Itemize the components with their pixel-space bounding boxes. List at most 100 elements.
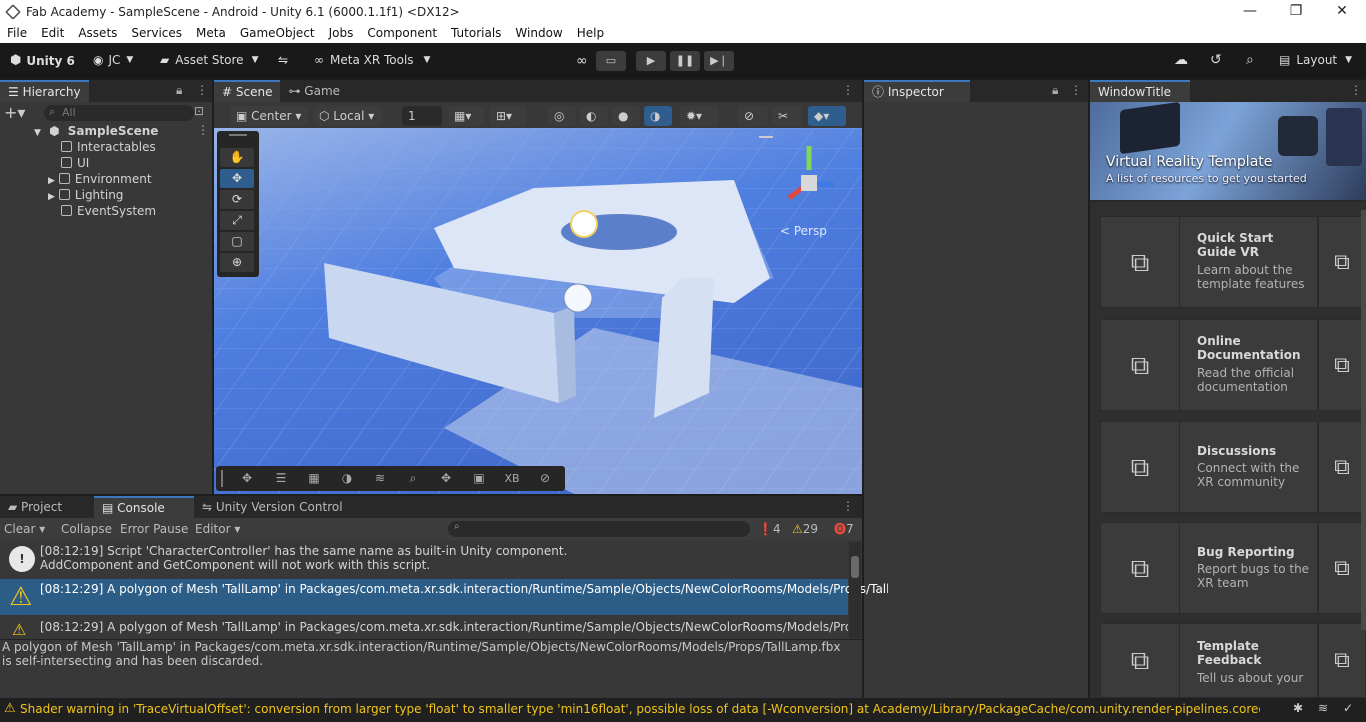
xb-button[interactable]: XB (497, 468, 527, 489)
hierarchy-item-ui[interactable]: UI (61, 155, 89, 171)
audio-toggle-icon[interactable]: ⊘ (738, 106, 768, 126)
menu-file[interactable]: File (0, 26, 34, 40)
lock-icon[interactable]: 🔒︎ (176, 83, 182, 98)
tab-windowtitle[interactable]: WindowTitle (1090, 80, 1190, 102)
move-tool-icon[interactable]: ✥ (220, 169, 254, 188)
grid-size-input[interactable]: 1 (402, 106, 442, 126)
wireframe-globe-icon[interactable]: ◎ (548, 106, 576, 126)
account-dropdown[interactable]: ◉ JC ▼ (93, 53, 133, 67)
card-quick-start[interactable]: ⧉ Quick Start Guide VR Learn about the t… (1100, 216, 1318, 309)
hand-tool-icon[interactable]: ✋ (220, 148, 254, 167)
cloud-icon[interactable]: ☁ (1174, 52, 1188, 68)
scrollbar-thumb[interactable] (851, 556, 859, 578)
meta-xr-tools-dropdown[interactable]: ∞ Meta XR Tools ▼ (314, 53, 430, 67)
menu-component[interactable]: Component (360, 26, 444, 40)
menu-jobs[interactable]: Jobs (322, 26, 361, 40)
card-bug-reporting[interactable]: ⧉ Bug Reporting Report bugs to the XR te… (1100, 522, 1318, 615)
open-link-icon[interactable]: ⧉ (1318, 522, 1366, 614)
maximize-button[interactable]: ❐ (1273, 0, 1319, 23)
open-link-icon[interactable]: ⧉ (1318, 216, 1366, 308)
menu-tutorials[interactable]: Tutorials (444, 26, 508, 40)
more-options-icon[interactable]: ⋮ (1070, 83, 1082, 97)
overlay-drag-handle[interactable] (229, 134, 247, 136)
scene-viewport[interactable]: < Persp (214, 128, 862, 494)
minimize-button[interactable]: — (1227, 0, 1273, 23)
perspective-label[interactable]: < Persp (780, 224, 827, 238)
asset-store-dropdown[interactable]: ▰ Asset Store ▼ (160, 53, 259, 67)
unity-version-button[interactable]: ⬢ Unity 6 (10, 53, 75, 68)
more-options-icon[interactable]: ⋮ (842, 499, 854, 513)
more-options-icon[interactable]: ⋮ (842, 83, 854, 97)
card-discussions[interactable]: ⧉ Discussions Connect with the XR commun… (1100, 421, 1318, 514)
error-pause-button[interactable]: Error Pause (120, 519, 188, 539)
meta-link-icon[interactable]: ∞ (576, 53, 588, 69)
transform-tool-icon[interactable]: ⊕ (220, 253, 254, 272)
open-link-icon[interactable]: ⧉ (1318, 319, 1366, 411)
move-snap-icon[interactable]: ✥ (232, 468, 262, 489)
tab-scene[interactable]: # Scene (214, 80, 281, 102)
console-search-input[interactable]: ⌕ (448, 521, 750, 537)
grid-icon[interactable]: ▦ (299, 468, 329, 489)
axis-center-cube[interactable] (801, 175, 817, 191)
scene-visibility-icon[interactable]: ⊡ (194, 104, 204, 118)
scene-options-icon[interactable]: ⋮ (197, 123, 209, 137)
log-scrollbar[interactable] (849, 542, 861, 638)
menu-window[interactable]: Window (508, 26, 569, 40)
grid-snap-button[interactable]: ▦▾ (448, 106, 484, 126)
pivot-move-icon[interactable]: ✥ (431, 468, 461, 489)
open-link-icon[interactable]: ⧉ (1318, 421, 1366, 513)
rect-tool-icon[interactable]: ▢ (220, 232, 254, 251)
menu-help[interactable]: Help (570, 26, 611, 40)
align-icon[interactable]: ☰ (266, 468, 296, 489)
draw-mode-icon[interactable]: ◑ (644, 106, 672, 126)
tab-hierarchy[interactable]: ☰ Hierarchy (0, 80, 89, 102)
info-filter-toggle[interactable]: ❗4 (758, 519, 781, 539)
open-link-icon[interactable]: ⧉ (1318, 623, 1366, 698)
scale-tool-icon[interactable]: ⤢ (220, 211, 254, 230)
search-icon[interactable]: ⌕ (1246, 52, 1254, 68)
card-template-feedback[interactable]: ⧉ Template Feedback Tell us about your (1100, 623, 1318, 699)
check-circle-icon[interactable]: ✓ (1343, 701, 1353, 715)
snap-settings-button[interactable]: ⊞▾ (490, 106, 526, 126)
gizmos-dropdown[interactable]: ◆▾ (808, 106, 846, 126)
error-filter-toggle[interactable]: ⓿7 (834, 519, 854, 539)
hierarchy-scene-row[interactable]: ▼ ⬢ SampleScene (34, 123, 158, 139)
scrollbar[interactable] (1361, 210, 1366, 630)
close-window-button[interactable]: ✕ (1319, 0, 1365, 23)
layout-dropdown[interactable]: ▤ Layout ▼ (1279, 53, 1352, 67)
shaded-icon[interactable]: ● (612, 106, 640, 126)
layers-icon[interactable]: ≋ (365, 468, 395, 489)
menu-meta[interactable]: Meta (189, 26, 233, 40)
camera-icon[interactable]: ▣ (464, 468, 494, 489)
clear-button[interactable]: Clear ▾ (4, 519, 45, 539)
tab-project[interactable]: ▰ Project (0, 496, 94, 518)
zoom-icon[interactable]: ⌕ (398, 468, 428, 489)
step-button[interactable]: ▶❘ (704, 51, 734, 71)
hierarchy-item-eventsystem[interactable]: EventSystem (61, 203, 156, 219)
lighting-toggle-icon[interactable]: ✹▾ (680, 106, 718, 126)
log-entry-2-selected[interactable]: ⚠ [08:12:29] A polygon of Mesh 'TallLamp… (0, 579, 888, 615)
more-options-icon[interactable]: ⋮ (1350, 83, 1362, 97)
card-online-docs[interactable]: ⧉ Online Documentation Read the official… (1100, 319, 1318, 412)
log-entry-3[interactable]: ⚠ [08:12:29] A polygon of Mesh 'TallLamp… (0, 618, 848, 638)
tab-inspector[interactable]: ⓘ Inspector (864, 80, 970, 102)
stack-icon[interactable]: ≋ (1318, 701, 1328, 715)
rotate-tool-icon[interactable]: ⟳ (220, 190, 254, 209)
hierarchy-search-input[interactable]: All (44, 105, 194, 121)
tab-console[interactable]: ▤ Console (94, 496, 194, 518)
status-message[interactable]: Shader warning in 'TraceVirtualOffset': … (20, 702, 1260, 716)
more-options-icon[interactable]: ⋮ (196, 83, 208, 97)
tab-version-control[interactable]: ⇋ Unity Version Control (194, 496, 351, 518)
lock-icon[interactable]: 🔒︎ (1052, 83, 1058, 98)
editor-dropdown[interactable]: Editor ▾ (195, 519, 240, 539)
add-gameobject-button[interactable]: +▾ (4, 104, 25, 122)
overlay-drag-handle[interactable] (221, 470, 223, 487)
hierarchy-item-environment[interactable]: ▶ Environment (48, 171, 152, 187)
collapse-button[interactable]: Collapse (61, 519, 112, 539)
menu-assets[interactable]: Assets (71, 26, 124, 40)
menu-services[interactable]: Services (124, 26, 189, 40)
compass-icon[interactable]: ⊘ (530, 468, 560, 489)
effects-toggle-icon[interactable]: ✂ (772, 106, 802, 126)
log-entry-1[interactable]: ! [08:12:19] Script 'CharacterController… (0, 542, 848, 578)
pivot-mode-dropdown[interactable]: ▣ Center ▾ (230, 106, 308, 126)
